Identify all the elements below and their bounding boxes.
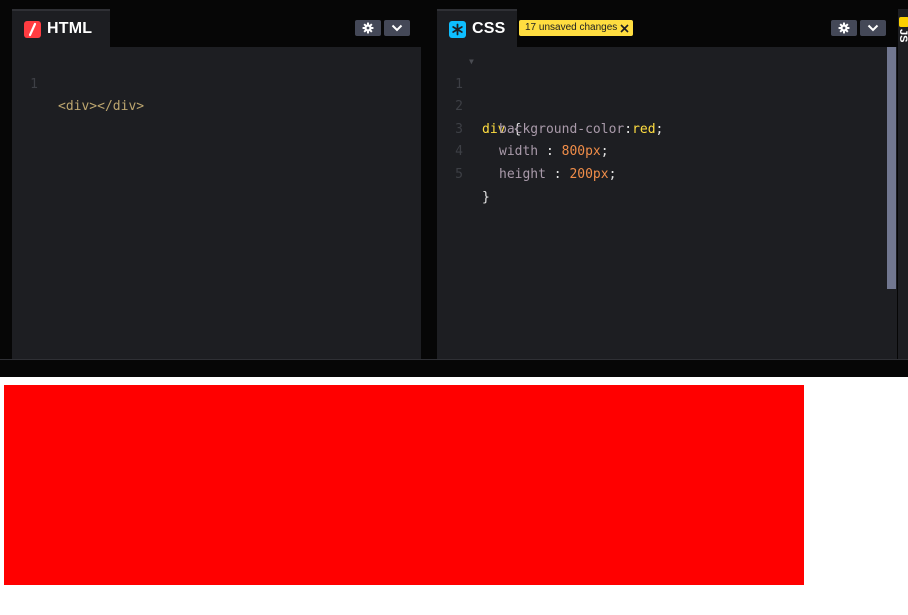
css-panel: CSS 17 unsaved changes 1 ▼ div {2 backg… bbox=[437, 9, 897, 359]
vertical-scrollbar[interactable] bbox=[887, 47, 896, 289]
html-settings-button[interactable] bbox=[355, 20, 381, 36]
code-line: 1 ▼ div { bbox=[437, 51, 897, 137]
code-text: height : 200px; bbox=[499, 164, 616, 187]
close-icon[interactable] bbox=[620, 23, 629, 33]
css-semicolon: ; bbox=[608, 166, 617, 182]
js-tab-title: JS bbox=[897, 29, 908, 43]
code-line: 3 width : 800px; bbox=[437, 96, 897, 160]
resize-bar[interactable] bbox=[0, 359, 908, 377]
css-tab[interactable]: CSS bbox=[437, 9, 517, 47]
code-line: 5 } bbox=[437, 141, 897, 205]
chevron-down-icon bbox=[391, 24, 403, 32]
css-property: height bbox=[499, 166, 546, 182]
unsaved-changes-text: 17 unsaved changes bbox=[525, 22, 618, 33]
css-value: 200px bbox=[569, 166, 609, 182]
editor-area: HTML 1 <div></div> CSS 17 unsaved change… bbox=[0, 0, 908, 377]
html-panel: HTML 1 <div></div> bbox=[12, 9, 421, 359]
html-logo-icon bbox=[24, 20, 41, 38]
code-line: 4 height : 200px; bbox=[437, 119, 897, 182]
line-number: 1 bbox=[30, 76, 38, 92]
chevron-down-icon bbox=[867, 24, 879, 32]
css-logo-icon bbox=[449, 20, 466, 38]
css-code-editor[interactable]: 1 ▼ div { 2 background-color:red; 3 widt… bbox=[437, 51, 897, 205]
line-number: 5 bbox=[455, 166, 463, 182]
html-code-editor[interactable]: 1 <div></div> bbox=[12, 51, 421, 115]
html-tab[interactable]: HTML bbox=[12, 9, 110, 47]
css-tab-title: CSS bbox=[472, 20, 506, 37]
gear-icon bbox=[362, 22, 374, 34]
code-line: 2 background-color:red; bbox=[437, 74, 897, 137]
css-colon: : bbox=[545, 166, 570, 182]
preview-red-box bbox=[4, 385, 804, 585]
js-logo-icon bbox=[899, 17, 908, 27]
css-brace: } bbox=[482, 189, 490, 205]
html-panel-header: HTML bbox=[12, 9, 421, 47]
html-collapse-button[interactable] bbox=[384, 20, 410, 36]
css-collapse-button[interactable] bbox=[860, 20, 886, 36]
fold-arrow-icon[interactable]: ▼ bbox=[469, 51, 474, 74]
top-strip bbox=[0, 0, 908, 9]
html-tab-title: HTML bbox=[47, 20, 93, 37]
code-line: 1 <div></div> bbox=[12, 51, 421, 115]
css-panel-header: CSS 17 unsaved changes bbox=[437, 9, 897, 47]
code-text: <div></div> bbox=[58, 99, 145, 115]
unsaved-changes-badge[interactable]: 17 unsaved changes bbox=[519, 20, 634, 36]
js-panel-collapsed[interactable]: JS bbox=[897, 9, 908, 359]
gear-icon bbox=[838, 22, 850, 34]
css-settings-button[interactable] bbox=[831, 20, 857, 36]
